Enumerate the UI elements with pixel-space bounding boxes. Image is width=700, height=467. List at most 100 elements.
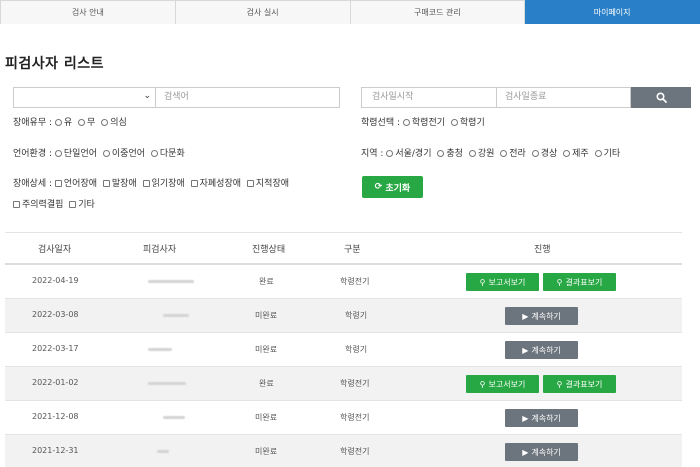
row-date: 2022-04-19: [32, 276, 79, 285]
reset-label: 초기화: [385, 183, 411, 194]
view-report-button[interactable]: ⚲ 보고서보기: [466, 273, 539, 291]
check-detail-speech[interactable]: 말장애: [102, 177, 137, 191]
magnifier-icon: ⚲: [479, 277, 486, 287]
row-date: 2022-03-17: [32, 344, 79, 353]
page-title: 피검사자 리스트: [5, 56, 105, 72]
play-icon: ▶: [522, 413, 529, 423]
radio-school-preschool[interactable]: 학령전기: [402, 116, 445, 130]
refresh-icon: ⟳: [374, 182, 383, 192]
tab-test-run[interactable]: 검사 실시: [175, 0, 351, 24]
search-button[interactable]: [631, 87, 691, 108]
view-result-button[interactable]: ⚲ 결과표보기: [543, 375, 616, 393]
table-row: 2021-12-31 미완료 학령전기 ▶ 계속하기: [5, 435, 682, 467]
continue-button[interactable]: ▶ 계속하기: [505, 443, 578, 461]
row-type: 학령기: [345, 345, 368, 354]
search-category-select[interactable]: ⌄: [13, 87, 156, 108]
table-header: 검사일자 피검사자 진행상태 구분 진행: [5, 233, 682, 265]
header-type: 구분: [344, 245, 361, 255]
row-status: 미완료: [255, 413, 278, 422]
check-detail-reading[interactable]: 읽기장애: [142, 177, 185, 191]
row-status: 미완료: [255, 447, 278, 456]
header-progress: 진행: [534, 245, 551, 255]
radio-lang-multicultural[interactable]: 다문화: [150, 147, 185, 161]
filter-school-label: 학령선택 :: [361, 118, 401, 128]
search-icon: [655, 92, 667, 103]
filter-region: 지역 : 서울/경기 충청 강원 전라 경상 제주 기타: [361, 147, 623, 161]
radio-disability-suspect[interactable]: 의심: [101, 116, 127, 130]
top-tab-bar: 검사 안내 검사 실시 구매코드 관리 마이페이지: [0, 0, 700, 24]
radio-region-chungcheong[interactable]: 충청: [437, 147, 463, 161]
row-date: 2021-12-31: [32, 446, 79, 455]
magnifier-icon: ⚲: [556, 379, 563, 389]
radio-region-gangwon[interactable]: 강원: [468, 147, 494, 161]
row-type: 학령기: [345, 311, 368, 320]
continue-button[interactable]: ▶ 계속하기: [505, 307, 578, 325]
row-status: 미완료: [255, 311, 278, 320]
radio-disability-yes[interactable]: 유: [54, 116, 72, 130]
chevron-down-icon: ⌄: [143, 91, 151, 101]
keyword-input[interactable]: 검색어: [156, 87, 340, 108]
radio-region-seoul[interactable]: 서울/경기: [386, 147, 432, 161]
check-detail-autism[interactable]: 자폐성장애: [190, 177, 241, 191]
table-row: 2022-04-19 완료 학령전기 ⚲ 보고서보기 ⚲ 결과표보기: [5, 265, 682, 299]
row-date: 2022-01-02: [32, 378, 79, 387]
row-status: 완료: [259, 277, 274, 286]
subject-name-redacted: [157, 450, 169, 453]
filter-region-label: 지역 :: [361, 149, 384, 159]
check-detail-other[interactable]: 기타: [69, 198, 95, 212]
table-row: 2022-03-17 미완료 학령기 ▶ 계속하기: [5, 333, 682, 367]
filter-school-age: 학령선택 : 학령전기 학령기: [361, 116, 488, 130]
filter-disability: 장애유무 : 유 무 의심: [13, 116, 130, 130]
check-detail-intellectual[interactable]: 지적장애: [246, 177, 289, 191]
tab-purchase-code[interactable]: 구매코드 관리: [350, 0, 526, 24]
row-status: 완료: [259, 379, 274, 388]
radio-lang-bilingual[interactable]: 이중언어: [102, 147, 145, 161]
magnifier-icon: ⚲: [556, 277, 563, 287]
filter-disability-detail: 장애상세 : 언어장애 말장애 읽기장애 자폐성장애 지적장애: [13, 177, 292, 191]
filter-disability-label: 장애유무 :: [13, 118, 53, 128]
radio-region-jeolla[interactable]: 전라: [500, 147, 526, 161]
radio-school-schoolage[interactable]: 학령기: [450, 116, 485, 130]
subject-name-redacted: [148, 280, 194, 283]
header-date: 검사일자: [38, 245, 72, 255]
filter-disability-detail-line2: 주의력결핍 기타: [13, 198, 98, 212]
radio-region-other[interactable]: 기타: [594, 147, 620, 161]
tab-mypage[interactable]: 마이페이지: [525, 0, 700, 24]
radio-region-gyeongsang[interactable]: 경상: [531, 147, 557, 161]
subject-name-redacted: [148, 348, 172, 351]
table-row: 2022-03-08 미완료 학령기 ▶ 계속하기: [5, 299, 682, 333]
check-detail-attention[interactable]: 주의력결핍: [13, 198, 63, 212]
row-type: 학령전기: [340, 379, 370, 388]
date-start-input[interactable]: 검사일시작: [361, 87, 497, 108]
continue-button[interactable]: ▶ 계속하기: [505, 341, 578, 359]
header-subject: 피검사자: [143, 245, 177, 255]
subject-name-redacted: [163, 416, 185, 419]
radio-region-jeju[interactable]: 제주: [563, 147, 589, 161]
view-result-button[interactable]: ⚲ 결과표보기: [543, 273, 616, 291]
radio-disability-no[interactable]: 무: [78, 116, 95, 130]
play-icon: ▶: [522, 345, 529, 355]
table-row: 2022-01-02 완료 학령전기 ⚲ 보고서보기 ⚲ 결과표보기: [5, 367, 682, 401]
continue-button[interactable]: ▶ 계속하기: [505, 409, 578, 427]
header-status: 진행상태: [252, 245, 286, 255]
radio-lang-single[interactable]: 단일언어: [54, 147, 97, 161]
row-status: 미완료: [255, 345, 278, 354]
subject-name-redacted: [148, 382, 186, 385]
filter-language-label: 언어환경 :: [13, 149, 53, 159]
play-icon: ▶: [522, 311, 529, 321]
row-type: 학령전기: [340, 277, 370, 286]
date-end-input[interactable]: 검사일종료: [497, 87, 631, 108]
row-date: 2022-03-08: [32, 310, 79, 319]
filter-language: 언어환경 : 단일언어 이중언어 다문화: [13, 147, 188, 161]
row-date: 2021-12-08: [32, 412, 79, 421]
subject-name-redacted: [163, 314, 189, 317]
row-type: 학령전기: [340, 447, 370, 456]
check-detail-language[interactable]: 언어장애: [54, 177, 97, 191]
view-report-button[interactable]: ⚲ 보고서보기: [466, 375, 539, 393]
reset-button[interactable]: ⟳ 초기화: [362, 176, 423, 198]
play-icon: ▶: [522, 447, 529, 457]
table-row: 2021-12-08 미완료 학령전기 ▶ 계속하기: [5, 401, 682, 435]
tab-test-guide[interactable]: 검사 안내: [0, 0, 176, 24]
row-type: 학령전기: [340, 413, 370, 422]
magnifier-icon: ⚲: [479, 379, 486, 389]
